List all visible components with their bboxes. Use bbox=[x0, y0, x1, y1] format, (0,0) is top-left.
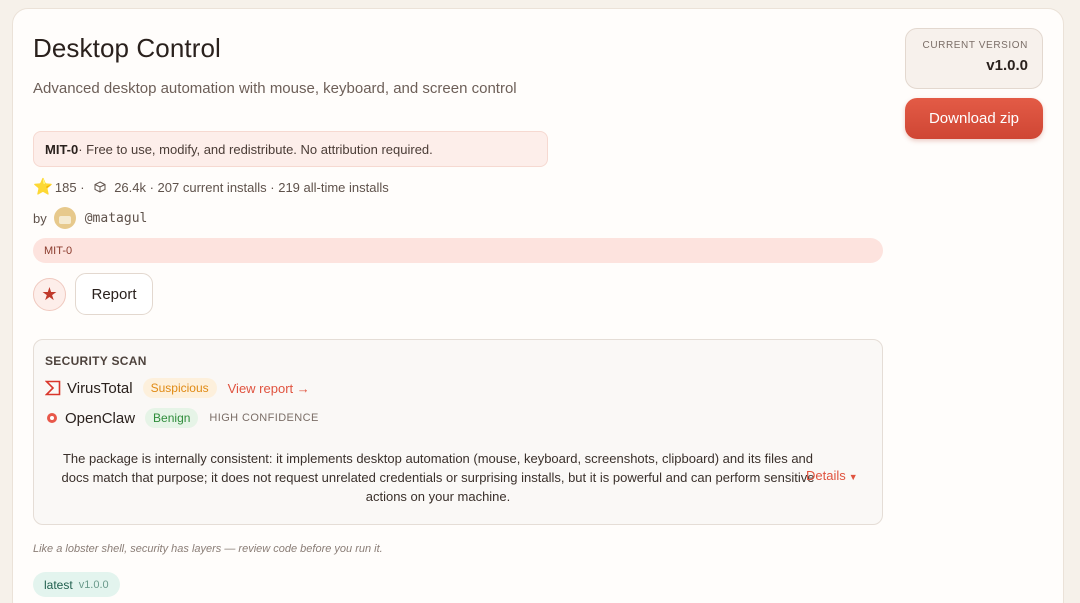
security-scan-panel: SECURITY SCAN VirusTotal Suspicious View… bbox=[33, 339, 883, 525]
license-tag-label: MIT-0 bbox=[44, 244, 73, 257]
security-tagline: Like a lobster shell, security has layer… bbox=[33, 543, 383, 555]
report-button[interactable]: Report bbox=[75, 273, 153, 315]
confidence-label: HIGH CONFIDENCE bbox=[209, 412, 319, 424]
openclaw-name: OpenClaw bbox=[65, 409, 136, 427]
by-label: by bbox=[33, 210, 47, 226]
stats-separator: · bbox=[76, 179, 89, 195]
details-toggle[interactable]: Details ▼ bbox=[806, 468, 858, 483]
author-byline: by @matagul bbox=[33, 206, 147, 230]
view-report-link[interactable]: View report → bbox=[228, 381, 310, 396]
openclaw-icon bbox=[47, 413, 57, 423]
page-subtitle: Advanced desktop automation with mouse, … bbox=[33, 80, 517, 97]
current-version-label: CURRENT VERSION bbox=[922, 40, 1028, 51]
author-handle[interactable]: @matagul bbox=[85, 211, 148, 226]
page-title: Desktop Control bbox=[33, 33, 221, 63]
version-tag-number: v1.0.0 bbox=[78, 578, 109, 591]
license-notice: MIT-0 · Free to use, modify, and redistr… bbox=[33, 131, 548, 167]
virustotal-row: VirusTotal Suspicious View report → bbox=[45, 377, 310, 399]
virustotal-icon bbox=[45, 380, 61, 396]
stats-row: ⭐ 185 · 26.4k · 207 current installs · 2… bbox=[33, 178, 389, 196]
caret-down-icon: ▼ bbox=[848, 472, 858, 482]
download-count: 26.4k bbox=[114, 179, 146, 195]
package-icon bbox=[94, 181, 106, 193]
download-zip-button[interactable]: Download zip bbox=[905, 98, 1043, 139]
license-name: MIT-0 bbox=[45, 141, 79, 157]
avatar[interactable] bbox=[53, 207, 76, 229]
star-icon: ★ bbox=[41, 284, 58, 304]
current-version-value: v1.0.0 bbox=[986, 57, 1028, 74]
security-description: The package is internally consistent: it… bbox=[61, 451, 815, 504]
current-version-box: CURRENT VERSION v1.0.0 bbox=[905, 28, 1043, 89]
virustotal-status-badge: Suspicious bbox=[142, 378, 217, 398]
install-counts: · 207 current installs · 219 all-time in… bbox=[146, 179, 389, 195]
star-icon: ⭐ bbox=[33, 179, 53, 196]
license-text: · Free to use, modify, and redistribute.… bbox=[78, 141, 433, 157]
version-tag-label: latest bbox=[44, 577, 73, 592]
virustotal-name: VirusTotal bbox=[67, 379, 133, 397]
license-tag: MIT-0 bbox=[33, 238, 883, 263]
star-count: 185 bbox=[54, 179, 77, 195]
version-tag[interactable]: latest v1.0.0 bbox=[33, 572, 120, 597]
details-label: Details bbox=[806, 468, 846, 483]
security-scan-title: SECURITY SCAN bbox=[45, 354, 147, 368]
openclaw-row: OpenClaw Benign HIGH CONFIDENCE bbox=[45, 407, 319, 429]
star-button[interactable]: ★ bbox=[33, 278, 66, 311]
openclaw-status-badge: Benign bbox=[145, 408, 199, 428]
